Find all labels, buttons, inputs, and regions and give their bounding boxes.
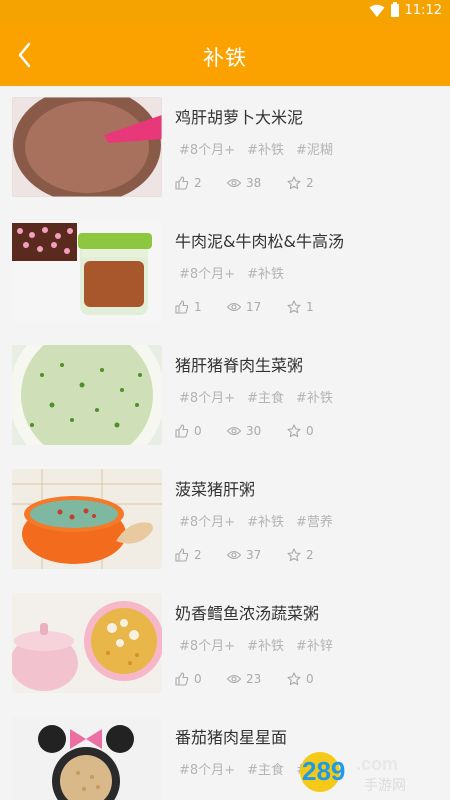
recipe-tags: #8个月+ #补铁 #营养 bbox=[179, 511, 333, 530]
app-bar: 补铁 bbox=[0, 24, 450, 86]
thumbs-up-icon bbox=[175, 672, 189, 686]
tag[interactable]: #主食 bbox=[247, 759, 284, 778]
view-count: 37 bbox=[246, 548, 262, 562]
watermark-number: 289 bbox=[302, 756, 345, 786]
favorite-stat[interactable]: 2 bbox=[287, 548, 314, 562]
recipe-thumbnail[interactable] bbox=[12, 717, 162, 800]
favorite-count: 2 bbox=[306, 548, 314, 562]
wifi-icon bbox=[369, 4, 385, 17]
recipe-thumbnail[interactable] bbox=[12, 469, 162, 569]
favorite-count: 0 bbox=[306, 424, 314, 438]
like-count: 1 bbox=[194, 300, 202, 314]
recipe-stats: 1 17 1 bbox=[175, 300, 314, 314]
tag[interactable]: #8个月+ bbox=[179, 263, 235, 282]
eye-icon bbox=[227, 550, 241, 560]
view-stat: 37 bbox=[227, 548, 287, 562]
like-stat[interactable]: 0 bbox=[175, 672, 227, 686]
favorite-stat[interactable]: 0 bbox=[287, 424, 314, 438]
tag[interactable]: #补铁 bbox=[247, 139, 284, 158]
site-watermark-logo: 289 .com 手游网 bbox=[300, 752, 406, 794]
recipe-stats: 0 30 0 bbox=[175, 424, 314, 438]
star-icon bbox=[287, 176, 301, 190]
like-stat[interactable]: 0 bbox=[175, 424, 227, 438]
tag[interactable]: #主食 bbox=[247, 387, 284, 406]
tag[interactable]: #8个月+ bbox=[179, 387, 235, 406]
view-count: 17 bbox=[246, 300, 262, 314]
recipe-list[interactable]: 鸡肝胡萝卜大米泥 #8个月+ #补铁 #泥糊 2 38 2 牛肉泥&牛肉松&牛高… bbox=[0, 86, 450, 800]
recipe-thumbnail[interactable] bbox=[12, 221, 162, 321]
star-icon bbox=[287, 548, 301, 562]
favorite-count: 1 bbox=[306, 300, 314, 314]
recipe-stats: 0 23 0 bbox=[175, 672, 314, 686]
recipe-tags: #8个月+ #补铁 #补锌 bbox=[179, 635, 333, 654]
tag[interactable]: #8个月+ bbox=[179, 759, 235, 778]
like-count: 2 bbox=[194, 176, 202, 190]
favorite-stat[interactable]: 2 bbox=[287, 176, 314, 190]
eye-icon bbox=[227, 674, 241, 684]
page-title: 补铁 bbox=[203, 46, 247, 70]
recipe-thumbnail[interactable] bbox=[12, 345, 162, 445]
view-stat: 17 bbox=[227, 300, 287, 314]
star-icon bbox=[287, 672, 301, 686]
view-count: 23 bbox=[246, 672, 262, 686]
recipe-stats: 2 37 2 bbox=[175, 548, 314, 562]
like-count: 2 bbox=[194, 548, 202, 562]
eye-icon bbox=[227, 302, 241, 312]
view-count: 30 bbox=[246, 424, 262, 438]
battery-icon bbox=[390, 2, 399, 17]
recipe-tags: #8个月+ #补铁 bbox=[179, 263, 284, 282]
thumbs-up-icon bbox=[175, 176, 189, 190]
tag[interactable]: #补铁 bbox=[296, 387, 333, 406]
like-stat[interactable]: 2 bbox=[175, 176, 227, 190]
eye-icon bbox=[227, 178, 241, 188]
watermark-domain: .com bbox=[356, 754, 398, 774]
thumbs-up-icon bbox=[175, 548, 189, 562]
recipe-item[interactable]: 鸡肝胡萝卜大米泥 #8个月+ #补铁 #泥糊 2 38 2 bbox=[0, 86, 450, 210]
view-stat: 23 bbox=[227, 672, 287, 686]
favorite-stat[interactable]: 0 bbox=[287, 672, 314, 686]
recipe-item[interactable]: 牛肉泥&牛肉松&牛高汤 #8个月+ #补铁 1 17 1 bbox=[0, 210, 450, 334]
view-stat: 30 bbox=[227, 424, 287, 438]
thumbs-up-icon bbox=[175, 300, 189, 314]
tag[interactable]: #8个月+ bbox=[179, 511, 235, 530]
eye-icon bbox=[227, 426, 241, 436]
tag[interactable]: #补铁 bbox=[247, 635, 284, 654]
watermark-site: 手游网 bbox=[364, 778, 406, 794]
thumbs-up-icon bbox=[175, 424, 189, 438]
star-icon bbox=[287, 424, 301, 438]
view-stat: 38 bbox=[227, 176, 287, 190]
tag[interactable]: #补锌 bbox=[296, 635, 333, 654]
recipe-tags: #8个月+ #主食 #补铁 bbox=[179, 387, 333, 406]
recipe-tags: #8个月+ #补铁 #泥糊 bbox=[179, 139, 333, 158]
recipe-item[interactable]: 奶香鳕鱼浓汤蔬菜粥 #8个月+ #补铁 #补锌 0 23 0 bbox=[0, 582, 450, 706]
like-stat[interactable]: 2 bbox=[175, 548, 227, 562]
recipe-item[interactable]: 猪肝猪脊肉生菜粥 #8个月+ #主食 #补铁 0 30 0 bbox=[0, 334, 450, 458]
star-icon bbox=[287, 300, 301, 314]
status-time: 11:12 bbox=[404, 3, 442, 18]
favorite-count: 2 bbox=[306, 176, 314, 190]
like-stat[interactable]: 1 bbox=[175, 300, 227, 314]
recipe-stats: 2 38 2 bbox=[175, 176, 314, 190]
favorite-stat[interactable]: 1 bbox=[287, 300, 314, 314]
tag[interactable]: #补铁 bbox=[247, 263, 284, 282]
recipe-thumbnail[interactable] bbox=[12, 97, 162, 197]
tag[interactable]: #8个月+ bbox=[179, 635, 235, 654]
recipe-name[interactable]: 牛肉泥&牛肉松&牛高汤 bbox=[175, 228, 344, 252]
tag[interactable]: #8个月+ bbox=[179, 139, 235, 158]
recipe-thumbnail[interactable] bbox=[12, 593, 162, 693]
tag[interactable]: #泥糊 bbox=[296, 139, 333, 158]
view-count: 38 bbox=[246, 176, 262, 190]
tag[interactable]: #补铁 bbox=[247, 511, 284, 530]
recipe-name[interactable]: 奶香鳕鱼浓汤蔬菜粥 bbox=[175, 600, 319, 624]
tag[interactable]: #营养 bbox=[296, 511, 333, 530]
recipe-item[interactable]: 菠菜猪肝粥 #8个月+ #补铁 #营养 2 37 2 bbox=[0, 458, 450, 582]
recipe-name[interactable]: 菠菜猪肝粥 bbox=[175, 476, 255, 500]
favorite-count: 0 bbox=[306, 672, 314, 686]
like-count: 0 bbox=[194, 424, 202, 438]
recipe-name[interactable]: 猪肝猪脊肉生菜粥 bbox=[175, 352, 303, 376]
recipe-name[interactable]: 鸡肝胡萝卜大米泥 bbox=[175, 104, 303, 128]
status-bar: 11:12 bbox=[0, 0, 450, 24]
recipe-name[interactable]: 番茄猪肉星星面 bbox=[175, 724, 287, 748]
like-count: 0 bbox=[194, 672, 202, 686]
